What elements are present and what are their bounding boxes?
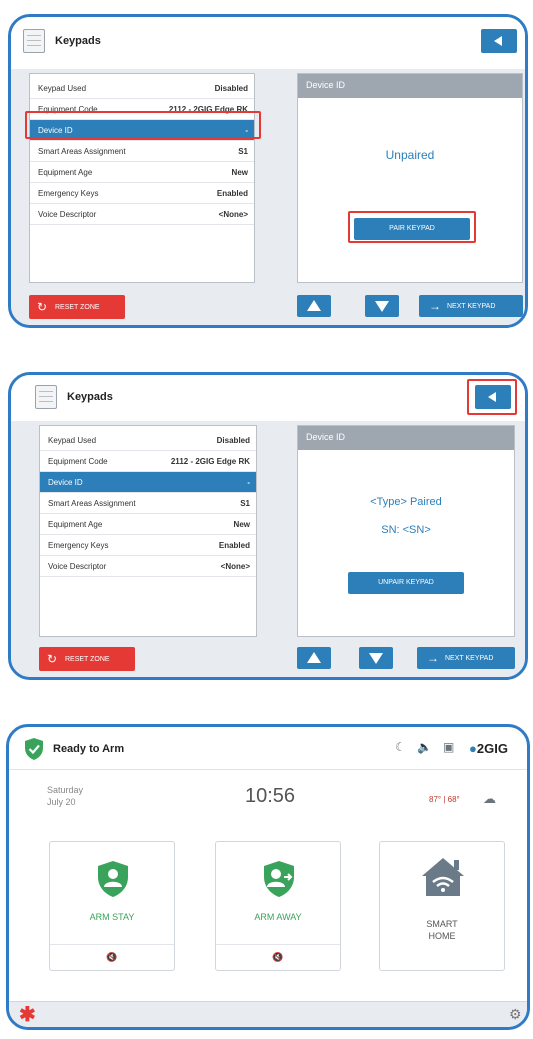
keypads-screen-paired: Keypads Keypad Used Disabled Equipment Co… <box>8 372 528 680</box>
back-button[interactable] <box>481 29 517 53</box>
mute-icon[interactable]: 🔇 <box>216 944 340 970</box>
arm-away-label: ARM AWAY <box>254 912 302 922</box>
brand-logo: ●2GIG <box>469 741 508 756</box>
list-row-keypad-used[interactable]: Keypad Used Disabled <box>30 78 254 99</box>
cloud-icon: ☁ <box>483 791 496 806</box>
scroll-down-button[interactable] <box>359 647 393 669</box>
temperature: 87° | 68° <box>429 795 460 804</box>
device-id-panel: Device ID Unpaired PAIR KEYPAD <box>297 73 523 283</box>
pair-status: Unpaired <box>385 148 435 162</box>
keypad-icon <box>35 385 57 409</box>
volume-icon[interactable]: 🔈 <box>417 740 432 754</box>
serial-number: SN: <SN> <box>381 524 431 536</box>
settings-list: Keypad Used Disabled Equipment Code 2112 -… <box>29 73 255 283</box>
keypad-icon <box>23 29 45 53</box>
next-keypad-button[interactable]: → NEXT KEYPAD <box>419 295 523 317</box>
mute-icon[interactable]: 🔇 <box>50 944 174 970</box>
day-label: Saturday <box>47 785 84 795</box>
clock: 10:56 <box>245 785 296 807</box>
globe-icon: ● <box>469 741 477 756</box>
page-title: Keypads <box>55 35 101 47</box>
shield-check-icon <box>25 738 43 760</box>
emergency-icon[interactable]: ✱ <box>19 1002 36 1027</box>
arm-stay-label: ARM STAY <box>89 912 135 922</box>
unpair-keypad-button[interactable]: UNPAIR KEYPAD <box>348 572 464 594</box>
scroll-down-button[interactable] <box>365 295 399 317</box>
device-id-panel-title: Device ID <box>298 74 522 98</box>
page-title: Keypads <box>67 391 113 403</box>
device-id-panel: Device ID <Type> Paired SN: <SN> UNPAIR … <box>297 425 515 637</box>
scroll-up-button[interactable] <box>297 647 331 669</box>
settings-list: Keypad Used Disabled Equipment Code 2112 -… <box>39 425 257 637</box>
home-screen: Ready to Arm ☾ 🔈 ▣ ●2GIG Saturday July 2… <box>6 724 530 1030</box>
camera-icon[interactable]: ▣ <box>443 740 454 754</box>
reset-zone-button[interactable]: ↻ RESET ZONE <box>29 295 125 319</box>
scroll-up-button[interactable] <box>297 295 331 317</box>
content-area: Keypad Used Disabled Equipment Code 2112 -… <box>11 421 525 677</box>
arrow-right-icon: → <box>429 299 441 313</box>
smart-home-icon <box>422 858 464 896</box>
smart-home-tile[interactable]: SMART HOME <box>379 841 505 971</box>
list-row-emergency-keys[interactable]: Emergency Keys Enabled <box>40 535 256 556</box>
list-row-smart-areas[interactable]: Smart Areas Assignment S1 <box>30 141 254 162</box>
list-row-voice-descriptor[interactable]: Voice Descriptor <None> <box>30 204 254 225</box>
device-id-panel-title: Device ID <box>298 426 514 450</box>
shield-person-away-icon <box>264 861 294 897</box>
footer-bar: ✱ ⚙ <box>9 1001 527 1027</box>
content-area: Keypad Used Disabled Equipment Code 2112 -… <box>11 69 525 325</box>
reset-icon: ↻ <box>47 652 58 666</box>
moon-icon[interactable]: ☾ <box>395 740 406 754</box>
back-button-highlight <box>467 379 517 415</box>
shield-person-icon <box>98 861 128 897</box>
list-row-keypad-used[interactable]: Keypad Used Disabled <box>40 430 256 451</box>
gear-icon[interactable]: ⚙ <box>509 1006 522 1023</box>
next-keypad-button[interactable]: → NEXT KEYPAD <box>417 647 515 669</box>
list-row-equipment-code[interactable]: Equipment Code 2112 - 2GIG Edge RK <box>40 451 256 472</box>
arm-stay-tile[interactable]: ARM STAY 🔇 <box>49 841 175 971</box>
list-row-emergency-keys[interactable]: Emergency Keys Enabled <box>30 183 254 204</box>
list-row-smart-areas[interactable]: Smart Areas Assignment S1 <box>40 493 256 514</box>
list-row-equipment-age[interactable]: Equipment Age New <box>30 162 254 183</box>
list-row-device-id[interactable]: Device ID - <box>40 472 256 493</box>
paired-type: <Type> Paired <box>370 496 442 508</box>
title-bar: Keypads <box>11 17 525 69</box>
device-id-highlight <box>25 111 261 139</box>
arm-away-tile[interactable]: ARM AWAY 🔇 <box>215 841 341 971</box>
list-row-equipment-age[interactable]: Equipment Age New <box>40 514 256 535</box>
list-row-voice-descriptor[interactable]: Voice Descriptor <None> <box>40 556 256 577</box>
arm-status: Ready to Arm <box>53 743 125 755</box>
reset-zone-button[interactable]: ↻ RESET ZONE <box>39 647 135 671</box>
date-label: July 20 <box>47 797 76 807</box>
title-bar: Keypads <box>11 375 525 427</box>
smart-home-label: SMART HOME <box>426 919 458 941</box>
divider <box>9 769 527 770</box>
arrow-right-icon: → <box>427 651 439 665</box>
keypads-screen-unpaired: Keypads Keypad Used Disabled Equipment Co… <box>8 14 528 328</box>
pair-button-highlight <box>348 211 476 243</box>
reset-icon: ↻ <box>37 300 48 314</box>
